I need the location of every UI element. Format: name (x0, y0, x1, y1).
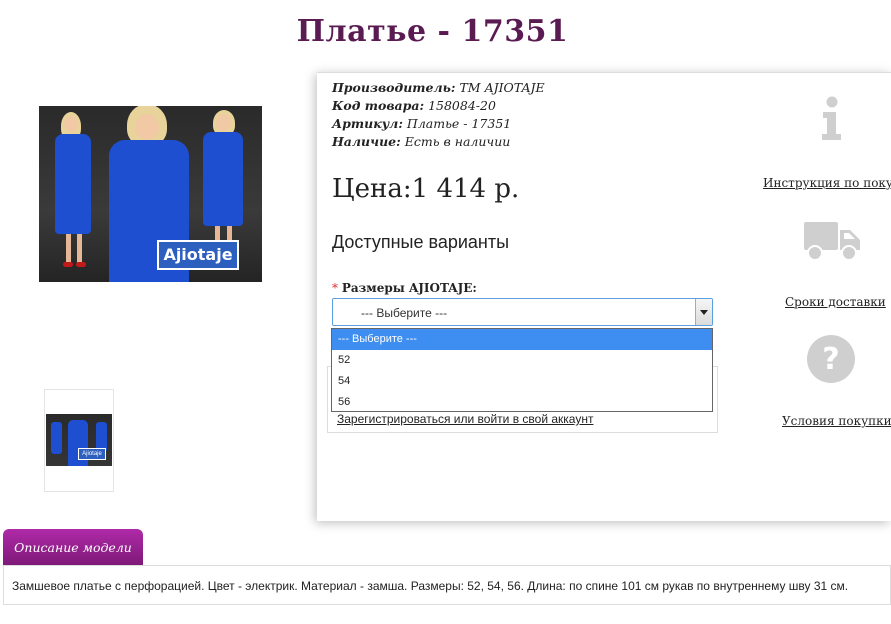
terms-link[interactable]: Условия покупки (782, 414, 891, 428)
truck-icon (804, 222, 860, 261)
delivery-link[interactable]: Сроки доставки (785, 295, 886, 309)
size-dropdown-list[interactable]: --- Выберите --- 52 54 56 (331, 328, 713, 412)
spec-manufacturer: Производитель: ТМ AJIOTAJE (332, 80, 545, 95)
chevron-down-icon[interactable] (695, 299, 712, 325)
size-select[interactable]: --- Выберите --- (332, 298, 713, 326)
dropdown-option[interactable]: --- Выберите --- (332, 329, 712, 350)
spec-product-code: Код товара: 158084-20 (332, 98, 496, 113)
page-title: Платье - 17351 (296, 14, 569, 49)
product-main-image[interactable]: Ajiotaje (39, 106, 262, 282)
required-mark: * (332, 281, 338, 295)
dropdown-option[interactable]: 52 (332, 350, 712, 371)
description-text: Замшевое платье с перфорацией. Цвет - эл… (12, 579, 849, 593)
size-select-value: --- Выберите --- (361, 306, 448, 320)
variants-heading: Доступные варианты (332, 232, 510, 252)
dropdown-option[interactable]: 54 (332, 371, 712, 392)
thumb-brand-logo: Ajiotaje (78, 448, 106, 460)
tab-description[interactable]: Описание модели (3, 529, 143, 565)
size-label: * Размеры AJIOTAJE: (332, 281, 477, 295)
svg-text:?: ? (822, 342, 839, 377)
dropdown-option[interactable]: 56 (332, 392, 712, 413)
product-thumbnail[interactable]: Ajiotaje (44, 389, 114, 492)
question-icon: ? (807, 335, 855, 383)
price: Цена:1 414 р. (332, 174, 520, 204)
brand-logo: Ajiotaje (157, 240, 239, 270)
info-icon (822, 96, 841, 140)
register-login-link[interactable]: Зарегистрироваться или войти в свой акка… (337, 412, 593, 426)
spec-article: Артикул: Платье - 17351 (332, 116, 512, 131)
spec-availability: Наличие: Есть в наличии (332, 134, 511, 149)
instruction-link[interactable]: Инструкция по покупк (763, 176, 891, 190)
